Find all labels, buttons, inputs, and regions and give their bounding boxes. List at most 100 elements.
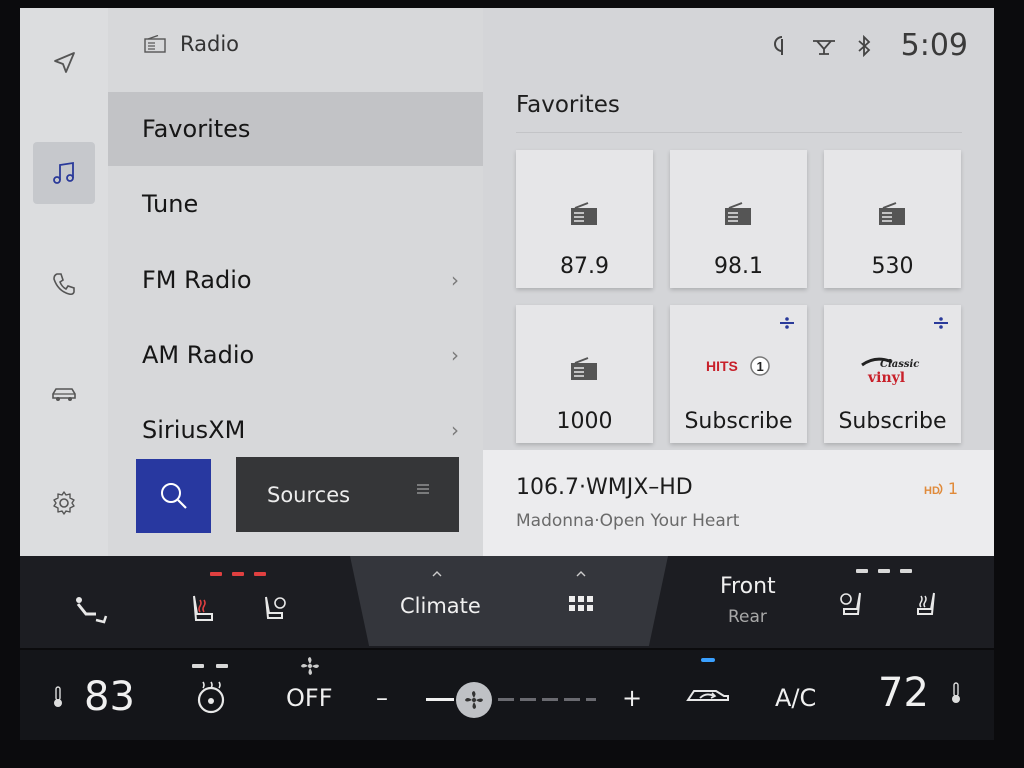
menu-item-siriusxm[interactable]: SiriusXM › bbox=[108, 393, 483, 467]
thermometer-icon bbox=[952, 682, 960, 703]
ventilated-seat-icon[interactable] bbox=[834, 590, 864, 620]
menu-item-favorites[interactable]: Favorites bbox=[108, 92, 483, 166]
tile-label: Subscribe bbox=[838, 409, 947, 434]
menu-item-am-radio[interactable]: AM Radio › bbox=[108, 318, 483, 392]
ac-button[interactable]: A/C bbox=[775, 684, 816, 712]
temperature-bar bbox=[20, 650, 994, 740]
radio-icon bbox=[571, 357, 597, 380]
svg-text:Classic: Classic bbox=[880, 359, 919, 370]
menu-item-label: Favorites bbox=[142, 115, 251, 143]
phone-icon[interactable] bbox=[33, 253, 95, 315]
sources-button[interactable]: Sources bbox=[236, 457, 459, 532]
menu-item-fm-radio[interactable]: FM Radio › bbox=[108, 243, 483, 317]
connectivity-icon bbox=[812, 39, 835, 55]
search-icon bbox=[160, 483, 187, 509]
settings-icon[interactable] bbox=[33, 472, 95, 534]
heat-level-indicator bbox=[254, 572, 266, 576]
menu-item-label: SiriusXM bbox=[142, 416, 246, 444]
chevron-right-icon: › bbox=[451, 268, 459, 292]
radio-icon bbox=[725, 202, 751, 225]
driver-temperature[interactable]: 83 bbox=[84, 674, 135, 720]
chevron-right-icon: › bbox=[451, 418, 459, 442]
menu-item-label: FM Radio bbox=[142, 266, 252, 294]
infotainment-screen: Radio Favorites Tune FM Radio › AM Radio… bbox=[0, 0, 1024, 768]
fan-icon bbox=[465, 691, 483, 709]
hd-radio-badge: HD 1 bbox=[924, 479, 958, 498]
favorite-tile[interactable]: 530 bbox=[824, 150, 961, 288]
fan-speed-handle[interactable] bbox=[456, 682, 492, 718]
radio-icon bbox=[571, 202, 597, 225]
vehicle-icon[interactable] bbox=[33, 363, 95, 425]
navigation-icon[interactable] bbox=[33, 32, 95, 94]
radio-menu: Radio Favorites Tune FM Radio › AM Radio… bbox=[108, 8, 483, 556]
chevron-up-icon bbox=[576, 571, 586, 577]
favorite-tile[interactable]: 1000 bbox=[516, 305, 653, 443]
svg-text:HITS: HITS bbox=[706, 358, 738, 374]
heat-level-indicator bbox=[878, 569, 890, 573]
apps-grid-icon[interactable] bbox=[568, 594, 594, 614]
tile-label: 530 bbox=[871, 254, 914, 279]
classic-vinyl-logo: Classic vinyl bbox=[824, 353, 961, 387]
recirculation-indicator bbox=[701, 658, 715, 662]
heated-seat-icon[interactable] bbox=[188, 594, 216, 626]
menu-item-label: Tune bbox=[142, 190, 199, 218]
fan-increase-button[interactable]: + bbox=[622, 684, 642, 712]
heated-seat-icon[interactable] bbox=[908, 590, 938, 620]
menu-item-tune[interactable]: Tune bbox=[108, 167, 483, 241]
recirculation-icon[interactable] bbox=[684, 682, 732, 708]
clock: 5:09 bbox=[900, 28, 968, 63]
chevron-up-icon bbox=[432, 571, 442, 577]
heat-level-indicator bbox=[216, 664, 228, 668]
now-playing-bar[interactable]: 106.7·WMJX–HD Madonna·Open Your Heart HD… bbox=[483, 450, 994, 556]
radio-icon bbox=[144, 35, 166, 53]
svg-text:1: 1 bbox=[756, 359, 763, 374]
divider bbox=[516, 132, 962, 133]
heat-level-indicator bbox=[192, 664, 204, 668]
fan-icon bbox=[301, 657, 319, 675]
favorite-tile[interactable]: HITS 1 Subscribe bbox=[670, 305, 807, 443]
heat-level-indicator bbox=[856, 569, 868, 573]
siriusxm-icon bbox=[934, 317, 948, 329]
fan-speed-slider[interactable] bbox=[426, 698, 596, 701]
fan-decrease-button[interactable]: – bbox=[376, 684, 388, 712]
rear-zone-label[interactable]: Rear bbox=[728, 607, 767, 627]
svg-text:HD: HD bbox=[924, 485, 940, 497]
thermometer-icon bbox=[54, 686, 62, 707]
main-display: Radio Favorites Tune FM Radio › AM Radio… bbox=[20, 8, 994, 556]
tile-label: 98.1 bbox=[714, 254, 763, 279]
passenger-temperature[interactable]: 72 bbox=[878, 670, 929, 716]
menu-item-label: AM Radio bbox=[142, 341, 255, 369]
fan-status: OFF bbox=[286, 684, 333, 712]
app-rail bbox=[20, 8, 108, 556]
bluetooth-icon bbox=[858, 34, 870, 57]
heated-steering-wheel-icon[interactable] bbox=[194, 680, 228, 716]
track-info: Madonna·Open Your Heart bbox=[516, 511, 740, 531]
siriusxm-icon bbox=[780, 317, 794, 329]
front-zone-label[interactable]: Front bbox=[720, 574, 776, 599]
sources-label: Sources bbox=[267, 482, 351, 507]
search-button[interactable] bbox=[136, 459, 211, 533]
favorite-tile[interactable]: Classic vinyl Subscribe bbox=[824, 305, 961, 443]
hd-radio-icon: HD bbox=[924, 482, 943, 497]
wireless-charging-icon bbox=[773, 35, 783, 55]
source-header: Radio bbox=[144, 32, 239, 56]
favorites-title: Favorites bbox=[516, 92, 620, 118]
status-bar: 5:09 bbox=[773, 28, 968, 63]
music-icon[interactable] bbox=[33, 142, 95, 204]
heat-level-indicator bbox=[232, 572, 244, 576]
ventilated-seat-icon[interactable] bbox=[262, 594, 292, 624]
heat-level-indicator bbox=[210, 572, 222, 576]
favorite-tile[interactable]: 98.1 bbox=[670, 150, 807, 288]
climate-tab[interactable] bbox=[350, 556, 668, 646]
radio-icon bbox=[879, 202, 905, 225]
heat-level-indicator bbox=[900, 569, 912, 573]
hd-channel: 1 bbox=[947, 479, 958, 498]
list-icon bbox=[417, 484, 429, 494]
favorite-tile[interactable]: 87.9 bbox=[516, 150, 653, 288]
station-name: 106.7·WMJX–HD bbox=[516, 475, 693, 500]
tile-label: 87.9 bbox=[560, 254, 609, 279]
tile-label: Subscribe bbox=[684, 409, 793, 434]
airflow-feet-icon[interactable] bbox=[72, 594, 112, 626]
climate-label[interactable]: Climate bbox=[400, 594, 481, 618]
tile-label: 1000 bbox=[556, 409, 613, 434]
